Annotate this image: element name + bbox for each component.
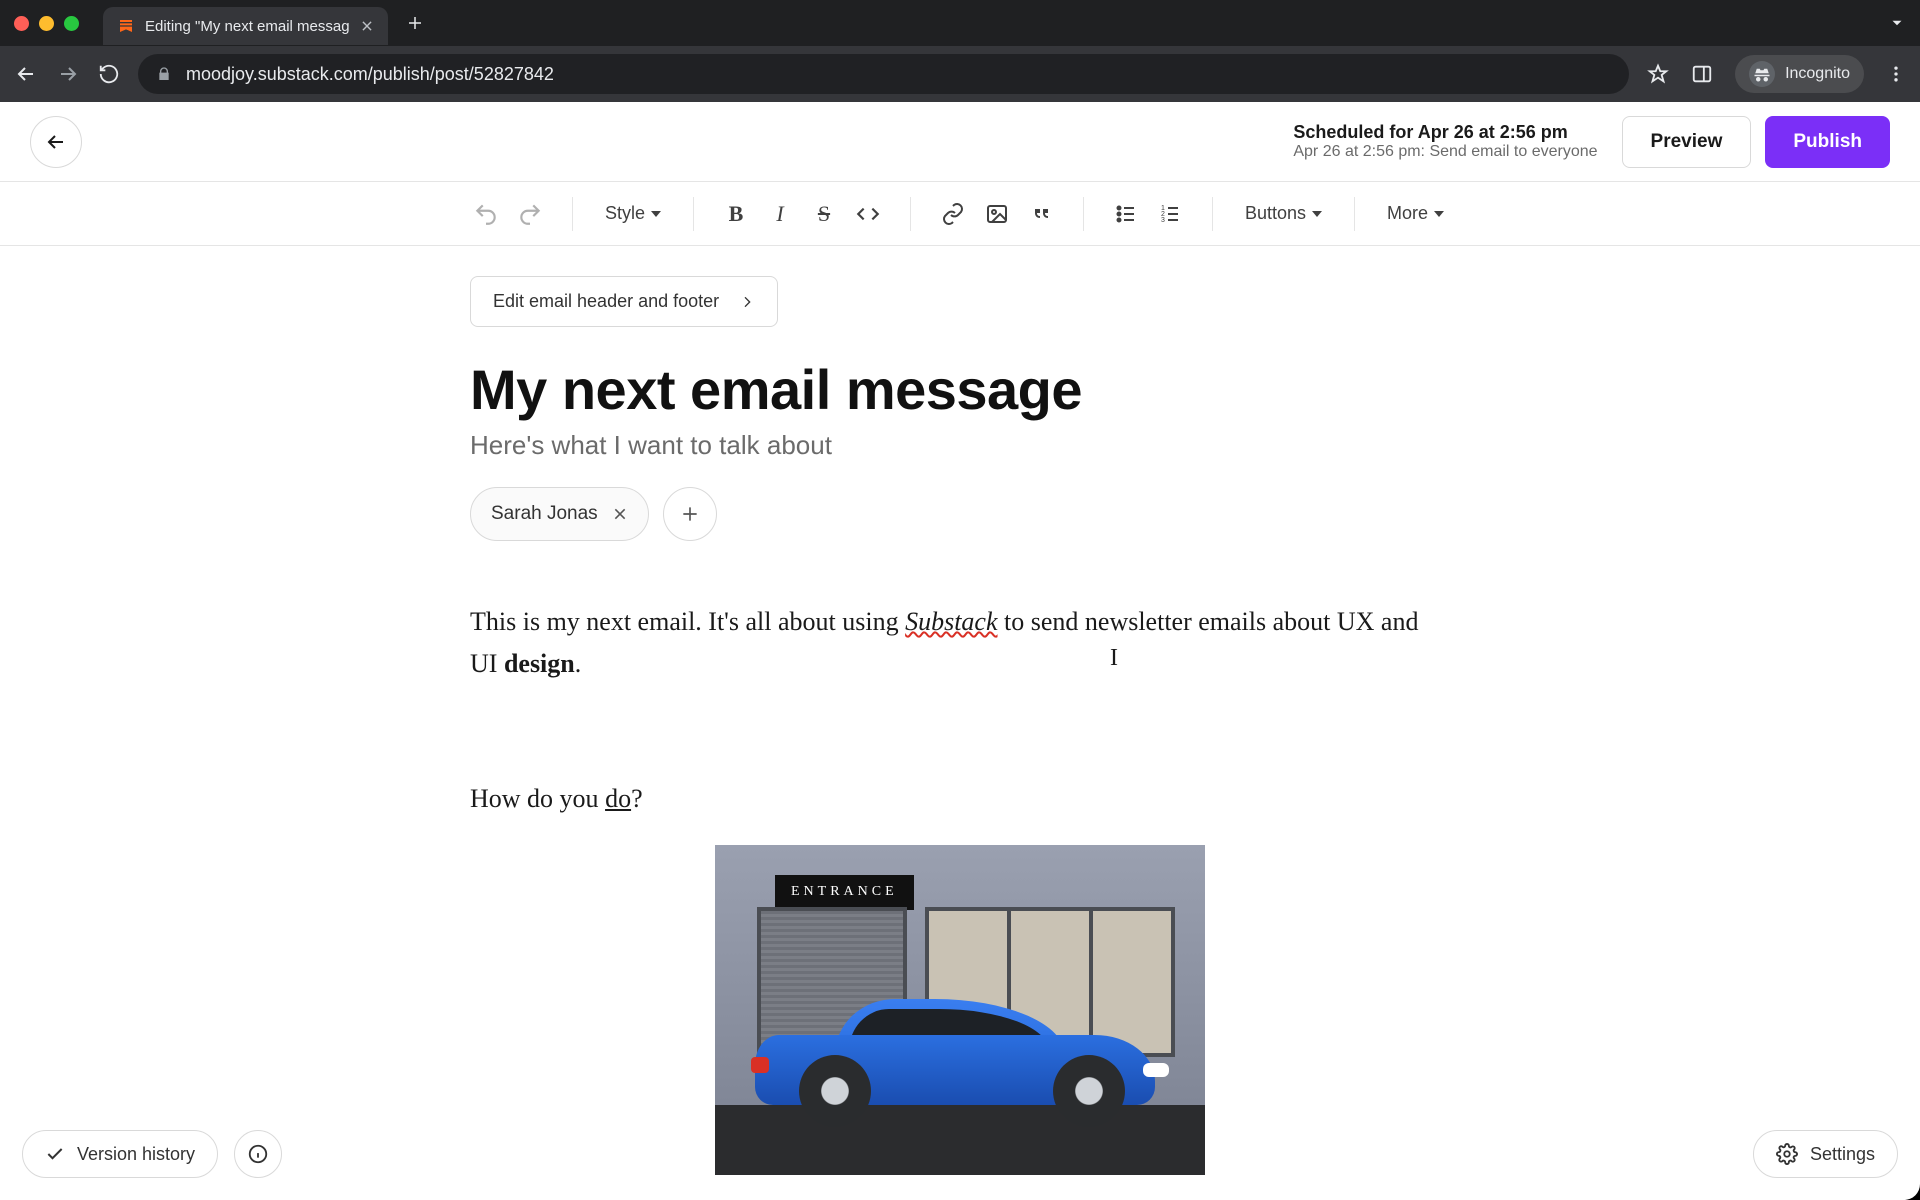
gear-icon [1776,1143,1798,1165]
schedule-info: Scheduled for Apr 26 at 2:56 pm Apr 26 a… [1293,122,1597,161]
version-history-label: Version history [77,1144,195,1165]
substack-favicon-icon [117,17,135,35]
preview-button[interactable]: Preview [1622,116,1752,168]
body-text-run: How do you [470,784,605,813]
edit-email-header-footer-button[interactable]: Edit email header and footer [470,276,778,327]
schedule-line2: Apr 26 at 2:56 pm: Send email to everyon… [1293,143,1597,161]
browser-tab-title: Editing "My next email messag [145,18,350,35]
strikethrough-button[interactable]: S [804,194,844,234]
remove-author-icon[interactable] [612,506,628,522]
undo-button[interactable] [466,194,506,234]
post-subtitle-input[interactable]: Here's what I want to talk about [470,430,1450,461]
more-dropdown[interactable]: More [1377,194,1454,234]
style-dropdown[interactable]: Style [595,194,671,234]
bold-button[interactable]: B [716,194,756,234]
svg-text:3: 3 [1161,217,1165,224]
body-text-run: ? [631,784,643,813]
url-text: moodjoy.substack.com/publish/post/528278… [186,64,554,85]
image-button[interactable] [977,194,1017,234]
redo-button[interactable] [510,194,550,234]
chevron-right-icon [739,294,755,310]
code-button[interactable] [848,194,888,234]
image-car-shape [745,985,1175,1135]
info-icon [247,1143,269,1165]
edit-email-header-footer-label: Edit email header and footer [493,291,719,312]
nav-forward-icon [56,62,80,86]
body-underline-word: do [605,784,631,813]
link-button[interactable] [933,194,973,234]
browser-tab[interactable]: Editing "My next email messag [103,7,388,45]
chevron-down-icon [1434,211,1444,217]
browser-menu-icon[interactable] [1886,64,1906,84]
nav-back-icon[interactable] [14,62,38,86]
image-sign-text: ENTRANCE [775,875,914,909]
tab-close-icon[interactable] [360,19,374,33]
preview-button-label: Preview [1651,131,1723,153]
incognito-label: Incognito [1785,65,1850,83]
chevron-down-icon [651,211,661,217]
url-bar[interactable]: moodjoy.substack.com/publish/post/528278… [138,54,1629,94]
author-chip[interactable]: Sarah Jonas [470,487,649,541]
body-text-run: . [575,649,582,678]
settings-button[interactable]: Settings [1753,1130,1898,1178]
info-button[interactable] [234,1130,282,1178]
tabstrip-overflow-icon[interactable] [1888,14,1906,32]
schedule-line1: Scheduled for Apr 26 at 2:56 pm [1293,122,1597,143]
window-zoom-dot[interactable] [64,16,79,31]
blockquote-button[interactable] [1021,194,1061,234]
nav-reload-icon[interactable] [98,63,120,85]
post-title-input[interactable]: My next email message [470,357,1450,422]
panel-toggle-icon[interactable] [1691,63,1713,85]
window-minimize-dot[interactable] [39,16,54,31]
lock-icon [156,66,172,82]
editor-canvas[interactable]: Edit email header and footer My next ema… [470,246,1450,1180]
author-chip-label: Sarah Jonas [491,503,598,525]
body-text-run: This is my next email. It's all about us… [470,607,905,636]
buttons-dropdown-label: Buttons [1245,203,1306,224]
bullet-list-button[interactable] [1106,194,1146,234]
publish-button[interactable]: Publish [1765,116,1890,168]
editor-toolbar: Style B I S [0,182,1920,246]
body-bold-word: design [504,649,575,678]
numbered-list-button[interactable]: 123 [1150,194,1190,234]
more-dropdown-label: More [1387,203,1428,224]
style-dropdown-label: Style [605,203,645,224]
publish-button-label: Publish [1793,131,1862,153]
check-icon [45,1144,65,1164]
bookmark-star-icon[interactable] [1647,63,1669,85]
version-history-button[interactable]: Version history [22,1130,218,1178]
chevron-down-icon [1312,211,1322,217]
editor-back-button[interactable] [30,116,82,168]
post-image[interactable]: ENTRANCE [715,845,1205,1175]
add-author-button[interactable] [663,487,717,541]
post-body[interactable]: This is my next email. It's all about us… [470,601,1450,1175]
body-spellcheck-word: Substack [905,607,997,636]
settings-label: Settings [1810,1144,1875,1165]
incognito-badge[interactable]: Incognito [1735,55,1864,93]
buttons-dropdown[interactable]: Buttons [1235,194,1332,234]
italic-button[interactable]: I [760,194,800,234]
incognito-icon [1749,61,1775,87]
new-tab-button[interactable] [406,14,424,32]
window-close-dot[interactable] [14,16,29,31]
app-header: Scheduled for Apr 26 at 2:56 pm Apr 26 a… [0,102,1920,182]
